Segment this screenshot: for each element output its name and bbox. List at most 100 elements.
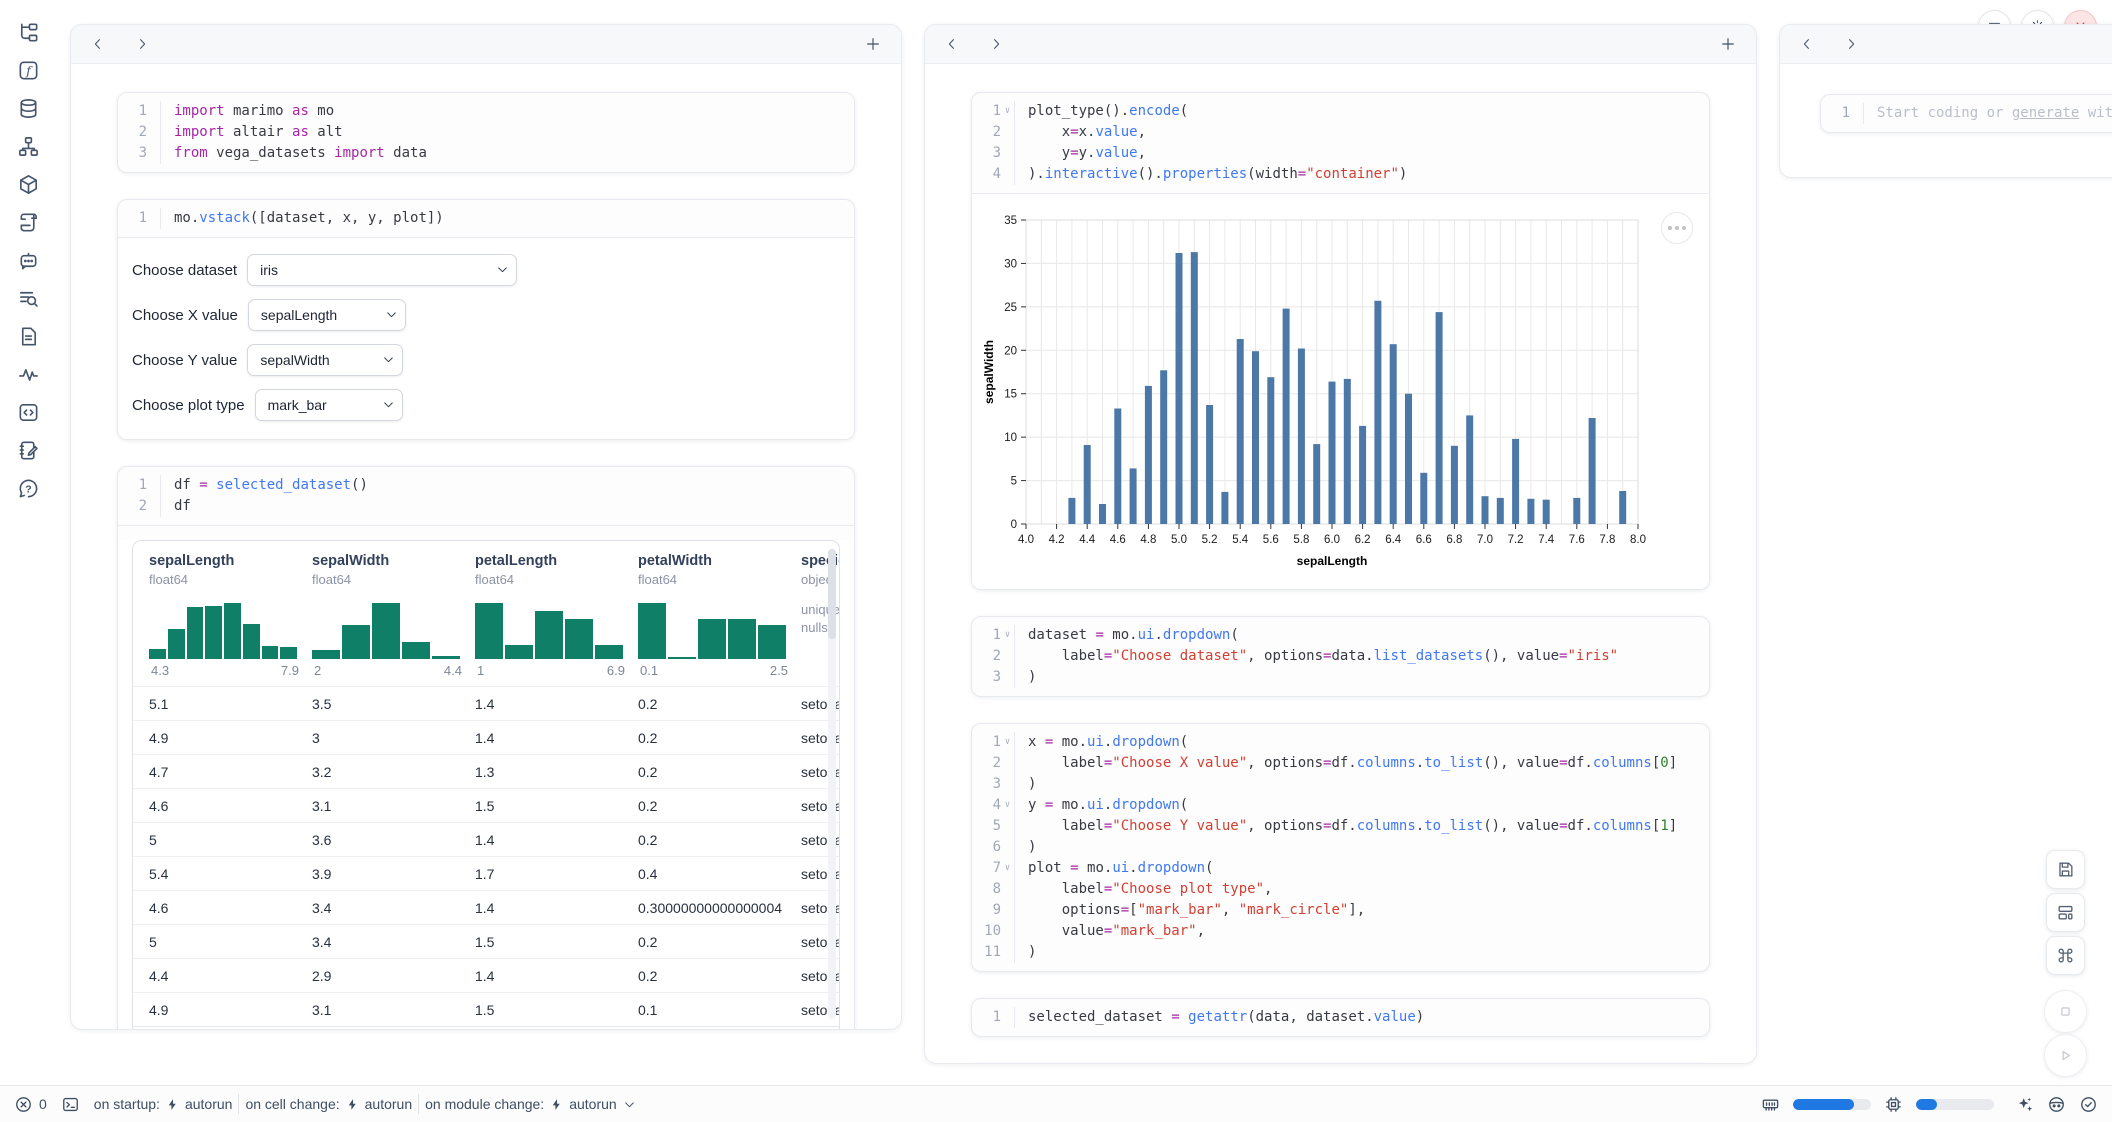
svg-text:6.4: 6.4 [1385,534,1402,546]
chevron-right-icon[interactable] [135,37,149,51]
fold-chevron-icon[interactable]: ∨ [1001,625,1014,646]
documentation-icon [17,325,40,348]
choose-dataset-select[interactable]: iris [247,254,517,286]
table-row[interactable]: 4.73.21.30.2setosa [133,754,839,788]
generate-link[interactable]: generate [2012,105,2079,121]
histogram-bar [342,625,370,659]
line-number: 1 [993,1007,1001,1028]
choose-x-value-select[interactable]: sepalLength [248,299,406,331]
keyboard-shortcuts-button[interactable] [2046,936,2085,975]
table-row[interactable]: 5.43.91.70.4setosa [133,856,839,890]
layout-button[interactable] [2046,893,2085,932]
chevron-right-icon[interactable] [989,37,1003,51]
table-cell: 0.4 [638,866,801,882]
sidebar-item-dependencies[interactable] [16,134,41,159]
sidebar-item-tracing[interactable] [16,362,41,387]
altair-bar-chart[interactable]: 051015202530354.04.24.44.64.85.05.25.45.… [972,194,1709,589]
cell-output: Choose datasetirisChoose X valuesepalLen… [118,238,854,439]
table-cell: 2.9 [312,968,475,984]
svg-text:sepalWidth: sepalWidth [982,340,996,404]
code-editor[interactable]: 1selected_dataset = getattr(data, datase… [972,999,1709,1036]
errors-icon[interactable] [14,1095,33,1114]
code-line: label="Choose X value", options=df.colum… [1028,753,1677,774]
add-column-icon[interactable] [865,36,881,52]
cell-output: 051015202530354.04.24.44.64.85.05.25.45.… [972,194,1709,589]
sidebar-item-ai-chat[interactable] [16,248,41,273]
sidebar-item-scratchpad[interactable] [16,438,41,463]
code-editor[interactable]: 1∨234∨567∨891011x = mo.ui.dropdown( labe… [972,724,1709,971]
code-placeholder[interactable]: Start coding or generate with [1864,103,2112,124]
sidebar-item-documentation[interactable] [16,324,41,349]
ram-usage-meter[interactable] [1793,1099,1871,1110]
line-number: 3 [139,143,147,164]
connection-status-icon[interactable] [2079,1095,2098,1114]
choose-y-value-select[interactable]: sepalWidth [247,344,403,376]
svg-text:4.0: 4.0 [1018,534,1034,546]
divider [238,1094,239,1114]
table-cell: 1.7 [475,866,638,882]
sidebar-item-outline[interactable] [16,210,41,235]
runtime-config-on-cell-change[interactable]: on cell change:autorun [245,1096,412,1112]
line-number: 1 [139,208,147,229]
sidebar-item-logs[interactable] [16,286,41,311]
histogram-bar [224,603,241,659]
save-button[interactable] [2046,850,2085,889]
svg-text:5: 5 [1011,476,1017,488]
choose-plot-type-select[interactable]: mark_bar [255,389,403,421]
table-row[interactable]: 4.93.11.50.1setosa [133,992,839,1026]
table-row[interactable]: 4.42.91.40.2setosa [133,958,839,992]
table-cell: 1.4 [475,832,638,848]
fold-chevron-icon[interactable]: ∨ [1001,732,1014,753]
runtime-config-on-module-change[interactable]: on module change:autorun [425,1096,636,1112]
sidebar-item-help[interactable]: ? [16,476,41,501]
stop-icon [2056,1002,2075,1021]
code-editor[interactable]: 1mo.vstack([dataset, x, y, plot]) [118,200,854,237]
fold-chevron-icon[interactable]: ∨ [1001,858,1014,879]
add-column-icon[interactable] [1720,36,1736,52]
line-number: 4 [993,795,1001,816]
sidebar-item-datasets[interactable] [16,96,41,121]
table-row[interactable]: 53.61.40.2setosa [133,822,839,856]
table-row[interactable]: 4.931.40.2setosa [133,720,839,754]
column-header-petalWidth[interactable]: petalWidthfloat640.12.5 [638,541,801,686]
empty-code-cell[interactable]: 1 Start coding or generate with [1820,94,2112,133]
histogram-bar [505,645,533,659]
fold-chevron-icon[interactable]: ∨ [1001,101,1014,122]
sidebar-item-snippets[interactable] [16,400,41,425]
status-bar: 0 on startup:autorunon cell change:autor… [0,1085,2112,1122]
chevron-right-icon[interactable] [1844,37,1858,51]
table-row[interactable]: 53.41.50.2setosa [133,924,839,958]
table-row[interactable]: 4.63.41.40.30000000000000004setosa [133,890,839,924]
sidebar-item-file-explorer[interactable] [16,20,41,45]
code-editor[interactable]: 1∨23dataset = mo.ui.dropdown( label="Cho… [972,617,1709,696]
dropdown-label: Choose Y value [132,352,237,369]
run-button[interactable] [2044,1034,2087,1077]
chevron-left-icon[interactable] [945,37,959,51]
line-number: 1 [993,101,1001,122]
table-row[interactable]: 5.13.51.40.2setosa [133,686,839,720]
column-header-sepalWidth[interactable]: sepalWidthfloat6424.4 [312,541,475,686]
table-row[interactable]: 4.63.11.50.2setosa [133,788,839,822]
sidebar-item-variables[interactable]: f [16,58,41,83]
cpu-usage-meter[interactable] [1916,1099,1994,1110]
chevron-left-icon[interactable] [91,37,105,51]
svg-text:5.6: 5.6 [1263,534,1279,546]
chart-menu-button[interactable] [1661,212,1693,244]
copilot-icon[interactable] [2047,1095,2066,1114]
runtime-config-on-startup[interactable]: on startup:autorun [94,1096,233,1112]
terminal-icon[interactable] [61,1095,80,1114]
code-line: df [174,496,368,517]
chevron-left-icon[interactable] [1800,37,1814,51]
code-editor[interactable]: 123import marimo as moimport altair as a… [118,93,854,172]
table-scrollbar[interactable] [828,549,836,1019]
code-editor[interactable]: 12df = selected_dataset()df [118,467,854,525]
ai-sparkles-icon[interactable] [2015,1095,2034,1114]
sidebar-item-packages[interactable] [16,172,41,197]
column-header-sepalLength[interactable]: sepalLengthfloat644.37.9 [149,541,312,686]
line-number: 8 [993,879,1001,900]
column-header-petalLength[interactable]: petalLengthfloat6416.9 [475,541,638,686]
table-cell: 4.9 [149,730,312,746]
code-editor[interactable]: 1∨234plot_type().encode( x=x.value, y=y.… [972,93,1709,193]
fold-chevron-icon[interactable]: ∨ [1001,795,1014,816]
stop-button[interactable] [2044,990,2087,1033]
